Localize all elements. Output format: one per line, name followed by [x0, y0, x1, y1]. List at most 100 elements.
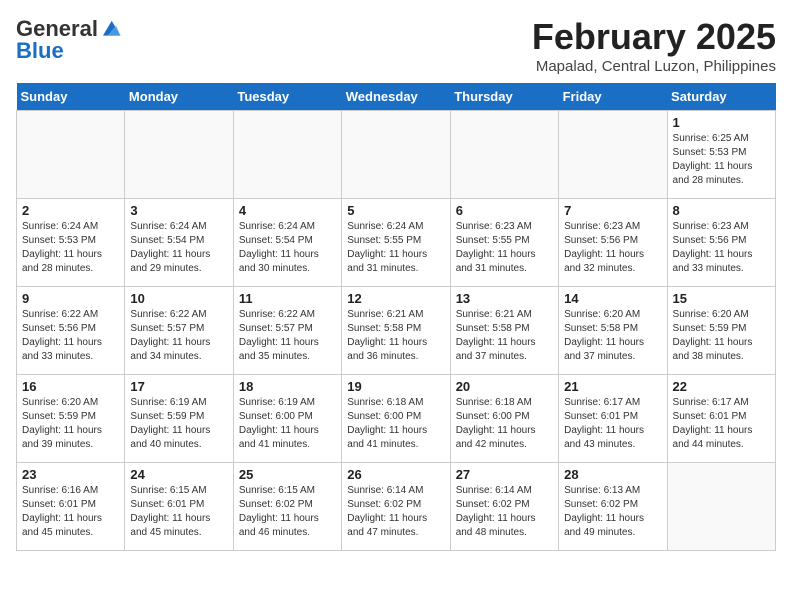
day-number: 26	[347, 467, 444, 482]
day-header-thursday: Thursday	[450, 83, 558, 111]
day-number: 11	[239, 291, 336, 306]
day-cell: 12 Sunrise: 6:21 AM Sunset: 5:58 PM Dayli…	[342, 287, 450, 375]
day-number: 18	[239, 379, 336, 394]
title-block: February 2025 Mapalad, Central Luzon, Ph…	[532, 16, 776, 75]
day-cell	[17, 111, 125, 199]
day-info: Sunrise: 6:19 AM Sunset: 6:00 PM Dayligh…	[239, 396, 336, 452]
week-row-3: 9 Sunrise: 6:22 AM Sunset: 5:56 PM Daylig…	[17, 287, 776, 375]
day-header-saturday: Saturday	[667, 83, 775, 111]
day-number: 25	[239, 467, 336, 482]
day-number: 13	[456, 291, 553, 306]
day-cell	[125, 111, 233, 199]
day-cell: 25 Sunrise: 6:15 AM Sunset: 6:02 PM Dayli…	[233, 463, 341, 551]
day-number: 28	[564, 467, 661, 482]
day-cell: 28 Sunrise: 6:13 AM Sunset: 6:02 PM Dayli…	[559, 463, 667, 551]
day-cell: 11 Sunrise: 6:22 AM Sunset: 5:57 PM Dayli…	[233, 287, 341, 375]
day-cell: 6 Sunrise: 6:23 AM Sunset: 5:55 PM Daylig…	[450, 199, 558, 287]
day-cell	[233, 111, 341, 199]
day-cell	[450, 111, 558, 199]
day-info: Sunrise: 6:17 AM Sunset: 6:01 PM Dayligh…	[564, 396, 661, 452]
day-info: Sunrise: 6:17 AM Sunset: 6:01 PM Dayligh…	[673, 396, 770, 452]
day-info: Sunrise: 6:21 AM Sunset: 5:58 PM Dayligh…	[347, 308, 444, 364]
day-header-monday: Monday	[125, 83, 233, 111]
day-number: 22	[673, 379, 770, 394]
day-info: Sunrise: 6:14 AM Sunset: 6:02 PM Dayligh…	[347, 484, 444, 540]
day-number: 21	[564, 379, 661, 394]
day-info: Sunrise: 6:16 AM Sunset: 6:01 PM Dayligh…	[22, 484, 119, 540]
day-number: 16	[22, 379, 119, 394]
location: Mapalad, Central Luzon, Philippines	[532, 58, 776, 75]
day-cell: 21 Sunrise: 6:17 AM Sunset: 6:01 PM Dayli…	[559, 375, 667, 463]
day-header-wednesday: Wednesday	[342, 83, 450, 111]
day-number: 3	[130, 203, 227, 218]
day-cell: 9 Sunrise: 6:22 AM Sunset: 5:56 PM Daylig…	[17, 287, 125, 375]
day-info: Sunrise: 6:24 AM Sunset: 5:54 PM Dayligh…	[130, 220, 227, 276]
day-info: Sunrise: 6:23 AM Sunset: 5:56 PM Dayligh…	[564, 220, 661, 276]
day-info: Sunrise: 6:19 AM Sunset: 5:59 PM Dayligh…	[130, 396, 227, 452]
day-number: 24	[130, 467, 227, 482]
day-cell: 20 Sunrise: 6:18 AM Sunset: 6:00 PM Dayli…	[450, 375, 558, 463]
day-cell: 8 Sunrise: 6:23 AM Sunset: 5:56 PM Daylig…	[667, 199, 775, 287]
calendar-table: SundayMondayTuesdayWednesdayThursdayFrid…	[16, 83, 776, 551]
day-cell	[667, 463, 775, 551]
day-number: 14	[564, 291, 661, 306]
day-cell: 1 Sunrise: 6:25 AM Sunset: 5:53 PM Daylig…	[667, 111, 775, 199]
month-title: February 2025	[532, 16, 776, 58]
day-number: 9	[22, 291, 119, 306]
day-number: 4	[239, 203, 336, 218]
day-info: Sunrise: 6:23 AM Sunset: 5:56 PM Dayligh…	[673, 220, 770, 276]
day-cell: 16 Sunrise: 6:20 AM Sunset: 5:59 PM Dayli…	[17, 375, 125, 463]
day-cell: 19 Sunrise: 6:18 AM Sunset: 6:00 PM Dayli…	[342, 375, 450, 463]
day-number: 17	[130, 379, 227, 394]
day-info: Sunrise: 6:22 AM Sunset: 5:57 PM Dayligh…	[130, 308, 227, 364]
logo-blue-text: Blue	[16, 38, 64, 64]
day-cell: 14 Sunrise: 6:20 AM Sunset: 5:58 PM Dayli…	[559, 287, 667, 375]
day-number: 12	[347, 291, 444, 306]
day-number: 8	[673, 203, 770, 218]
day-info: Sunrise: 6:24 AM Sunset: 5:53 PM Dayligh…	[22, 220, 119, 276]
day-number: 15	[673, 291, 770, 306]
day-header-tuesday: Tuesday	[233, 83, 341, 111]
day-number: 23	[22, 467, 119, 482]
day-info: Sunrise: 6:20 AM Sunset: 5:59 PM Dayligh…	[22, 396, 119, 452]
day-cell	[342, 111, 450, 199]
day-number: 7	[564, 203, 661, 218]
day-number: 6	[456, 203, 553, 218]
day-info: Sunrise: 6:18 AM Sunset: 6:00 PM Dayligh…	[456, 396, 553, 452]
day-cell: 4Sunrise: 6:24 AM Sunset: 5:54 PM Daylig…	[233, 199, 341, 287]
day-info: Sunrise: 6:18 AM Sunset: 6:00 PM Dayligh…	[347, 396, 444, 452]
day-info: Sunrise: 6:25 AM Sunset: 5:53 PM Dayligh…	[673, 132, 770, 188]
day-info: Sunrise: 6:20 AM Sunset: 5:58 PM Dayligh…	[564, 308, 661, 364]
day-info: Sunrise: 6:20 AM Sunset: 5:59 PM Dayligh…	[673, 308, 770, 364]
page-header: General Blue February 2025 Mapalad, Cent…	[16, 16, 776, 75]
day-cell: 5 Sunrise: 6:24 AM Sunset: 5:55 PM Daylig…	[342, 199, 450, 287]
week-row-4: 16 Sunrise: 6:20 AM Sunset: 5:59 PM Dayli…	[17, 375, 776, 463]
week-row-2: 2Sunrise: 6:24 AM Sunset: 5:53 PM Daylig…	[17, 199, 776, 287]
day-header-sunday: Sunday	[17, 83, 125, 111]
day-cell	[559, 111, 667, 199]
day-info: Sunrise: 6:23 AM Sunset: 5:55 PM Dayligh…	[456, 220, 553, 276]
day-header-friday: Friday	[559, 83, 667, 111]
day-number: 1	[673, 115, 770, 130]
header-row: SundayMondayTuesdayWednesdayThursdayFrid…	[17, 83, 776, 111]
day-number: 10	[130, 291, 227, 306]
day-number: 27	[456, 467, 553, 482]
day-cell: 27 Sunrise: 6:14 AM Sunset: 6:02 PM Dayli…	[450, 463, 558, 551]
day-info: Sunrise: 6:24 AM Sunset: 5:55 PM Dayligh…	[347, 220, 444, 276]
day-cell: 15 Sunrise: 6:20 AM Sunset: 5:59 PM Dayli…	[667, 287, 775, 375]
day-cell: 10 Sunrise: 6:22 AM Sunset: 5:57 PM Dayli…	[125, 287, 233, 375]
day-cell: 23 Sunrise: 6:16 AM Sunset: 6:01 PM Dayli…	[17, 463, 125, 551]
day-info: Sunrise: 6:22 AM Sunset: 5:57 PM Dayligh…	[239, 308, 336, 364]
day-number: 19	[347, 379, 444, 394]
day-info: Sunrise: 6:22 AM Sunset: 5:56 PM Dayligh…	[22, 308, 119, 364]
day-cell: 3 Sunrise: 6:24 AM Sunset: 5:54 PM Daylig…	[125, 199, 233, 287]
day-cell: 18 Sunrise: 6:19 AM Sunset: 6:00 PM Dayli…	[233, 375, 341, 463]
day-info: Sunrise: 6:14 AM Sunset: 6:02 PM Dayligh…	[456, 484, 553, 540]
day-info: Sunrise: 6:15 AM Sunset: 6:01 PM Dayligh…	[130, 484, 227, 540]
day-info: Sunrise: 6:13 AM Sunset: 6:02 PM Dayligh…	[564, 484, 661, 540]
day-number: 20	[456, 379, 553, 394]
day-info: Sunrise: 6:15 AM Sunset: 6:02 PM Dayligh…	[239, 484, 336, 540]
day-cell: 7 Sunrise: 6:23 AM Sunset: 5:56 PM Daylig…	[559, 199, 667, 287]
day-number: 5	[347, 203, 444, 218]
day-cell: 17 Sunrise: 6:19 AM Sunset: 5:59 PM Dayli…	[125, 375, 233, 463]
